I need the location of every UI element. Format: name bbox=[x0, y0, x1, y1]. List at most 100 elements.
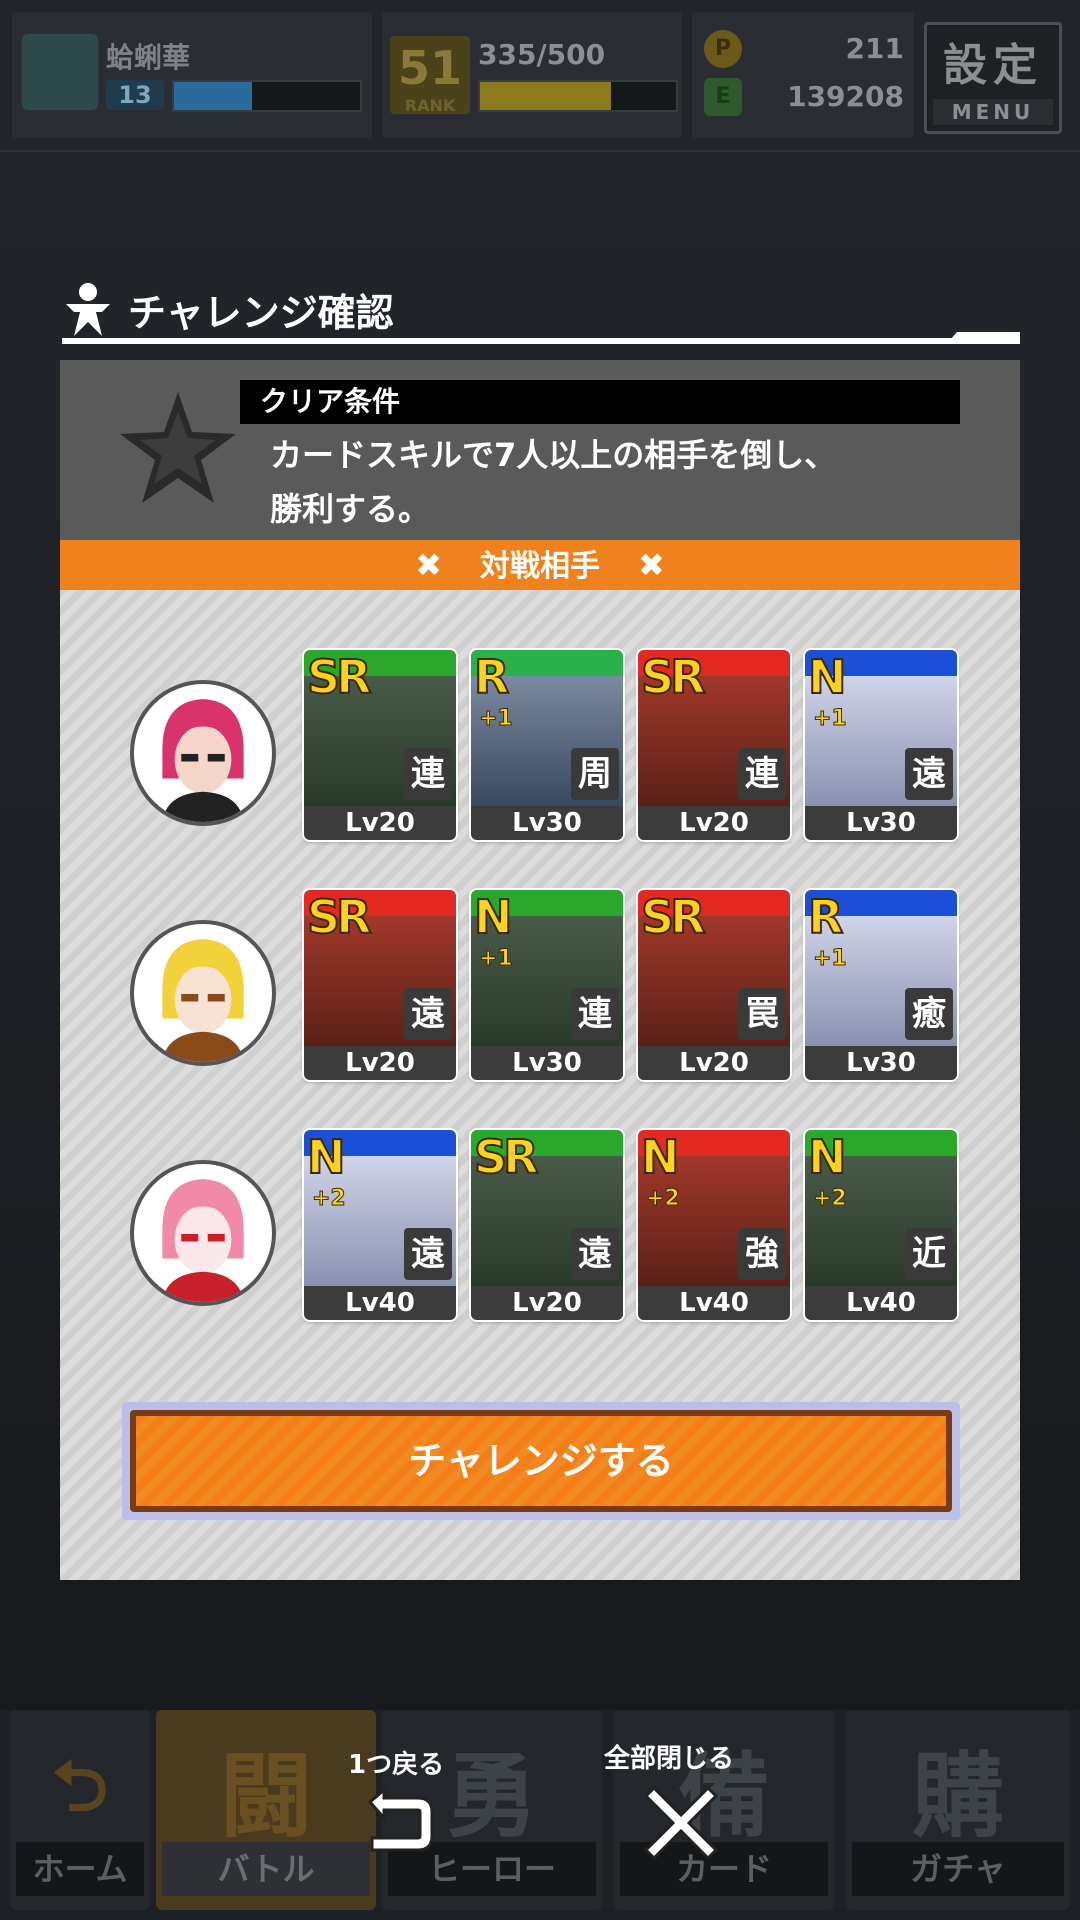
card-level: Lv20 bbox=[638, 806, 790, 840]
coin-count: 139208 bbox=[787, 80, 904, 113]
card-type-badge: 遠 bbox=[905, 748, 953, 800]
card-rarity: SR bbox=[306, 890, 373, 945]
opponent-card[interactable]: N +1 連 Lv30 bbox=[471, 890, 623, 1080]
opponent-card[interactable]: SR 罠 Lv20 bbox=[638, 890, 790, 1080]
card-rarity: SR bbox=[306, 650, 373, 705]
clear-condition-line-2: 勝利する。 bbox=[270, 490, 431, 528]
opponent-avatar[interactable] bbox=[130, 680, 276, 826]
opponent-card[interactable]: R +1 周 Lv30 bbox=[471, 650, 623, 840]
card-plus: +1 bbox=[479, 706, 514, 732]
opponent-portrait-icon bbox=[134, 924, 272, 1062]
opponent-card[interactable]: N +2 近 Lv40 bbox=[805, 1130, 957, 1320]
rank-label: RANK bbox=[404, 96, 456, 115]
challenge-dialog: クリア条件 カードスキルで7人以上の相手を倒し、 勝利する。 ✖ 対戦相手 ✖ SR… bbox=[60, 360, 1020, 1580]
challenge-button[interactable]: チャレンジする bbox=[130, 1410, 952, 1512]
opponent-card[interactable]: R +1 癒 Lv30 bbox=[805, 890, 957, 1080]
opponents-header-label: 対戦相手 bbox=[480, 549, 600, 584]
card-rarity: R bbox=[807, 890, 845, 945]
close-icon[interactable] bbox=[644, 1786, 718, 1860]
card-level: Lv40 bbox=[304, 1286, 456, 1320]
card-rarity: N bbox=[473, 890, 513, 945]
premium-count: 211 bbox=[845, 32, 904, 65]
player-name: 蛤蜊華 bbox=[106, 41, 191, 74]
opponent-card[interactable]: SR 連 Lv20 bbox=[304, 650, 456, 840]
card-type-badge: 遠 bbox=[571, 1228, 619, 1280]
card-type-badge: 近 bbox=[905, 1228, 953, 1280]
nav-tab-home[interactable]: ⮌ ホーム bbox=[10, 1710, 150, 1910]
challenge-button-frame: チャレンジする bbox=[122, 1402, 960, 1520]
opponents-header: ✖ 対戦相手 ✖ bbox=[60, 540, 1020, 590]
xp-progress-bar bbox=[478, 80, 678, 112]
xp-progress-fill bbox=[480, 82, 612, 110]
dialog-title: チャレンジ確認 bbox=[128, 291, 394, 335]
nav-label-battle: バトル bbox=[162, 1842, 370, 1896]
menu-label: MENU bbox=[933, 99, 1053, 125]
card-plus: +2 bbox=[813, 1186, 848, 1212]
cross-icon: ✖ bbox=[638, 546, 665, 584]
card-plus: +1 bbox=[479, 946, 514, 972]
card-plus: +1 bbox=[813, 706, 848, 732]
card-level: Lv40 bbox=[805, 1286, 957, 1320]
card-type-badge: 強 bbox=[738, 1228, 786, 1280]
opponent-avatar[interactable] bbox=[130, 920, 276, 1066]
opponent-card[interactable]: SR 遠 Lv20 bbox=[304, 890, 456, 1080]
card-type-badge: 罠 bbox=[738, 988, 786, 1040]
clear-condition-section: クリア条件 カードスキルで7人以上の相手を倒し、 勝利する。 bbox=[60, 360, 1020, 540]
gacha-icon: 購 bbox=[911, 1743, 1004, 1850]
card-type-badge: 周 bbox=[571, 748, 619, 800]
card-level: Lv30 bbox=[805, 1046, 957, 1080]
settings-label: 設定 bbox=[943, 40, 1043, 91]
cross-icon: ✖ bbox=[415, 546, 442, 584]
player-avatar bbox=[22, 34, 98, 110]
hero-emblem-icon bbox=[66, 283, 110, 336]
menu-button[interactable]: 設定 MENU bbox=[924, 22, 1062, 134]
card-rarity: N bbox=[306, 1130, 346, 1185]
premium-currency-icon: P bbox=[704, 30, 742, 68]
nav-label-home: ホーム bbox=[16, 1842, 144, 1896]
opponent-portrait-icon bbox=[134, 1164, 272, 1302]
nav-tab-battle[interactable]: 闘 バトル bbox=[156, 1710, 376, 1910]
title-underline bbox=[62, 338, 1020, 344]
opponent-row: N +2 遠 Lv40 SR 遠 Lv20 N +2 強 Lv40 N +2 近… bbox=[60, 1130, 1020, 1330]
card-rarity: R bbox=[473, 650, 511, 705]
opponent-card[interactable]: SR 遠 Lv20 bbox=[471, 1130, 623, 1320]
card-plus: +1 bbox=[813, 946, 848, 972]
title-underline-tab bbox=[950, 332, 1020, 340]
card-level: Lv20 bbox=[638, 1046, 790, 1080]
card-type-badge: 癒 bbox=[905, 988, 953, 1040]
card-rarity: N bbox=[807, 1130, 847, 1185]
opponent-card[interactable]: N +1 遠 Lv30 bbox=[805, 650, 957, 840]
clear-condition-label: クリア条件 bbox=[240, 380, 960, 424]
card-rarity: SR bbox=[640, 890, 707, 945]
nav-label-gacha: ガチャ bbox=[852, 1842, 1064, 1896]
card-plus: +2 bbox=[312, 1186, 347, 1212]
back-label: 1つ戻る bbox=[348, 1750, 445, 1780]
opponent-card[interactable]: N +2 遠 Lv40 bbox=[304, 1130, 456, 1320]
status-bar: 蛤蜊華 13 51 RANK 335/500 P 211 E 139208 設定… bbox=[0, 0, 1080, 152]
opponent-avatar[interactable] bbox=[130, 1160, 276, 1306]
clear-condition-text: カードスキルで7人以上の相手を倒し、 勝利する。 bbox=[270, 428, 970, 536]
back-arrow-icon[interactable] bbox=[362, 1786, 438, 1856]
card-rarity: SR bbox=[640, 650, 707, 705]
opponent-row: SR 連 Lv20 R +1 周 Lv30 SR 連 Lv20 N +1 遠 L… bbox=[60, 650, 1020, 850]
card-level: Lv30 bbox=[471, 806, 623, 840]
card-plus: +2 bbox=[646, 1186, 681, 1212]
opponent-card[interactable]: N +2 強 Lv40 bbox=[638, 1130, 790, 1320]
card-type-badge: 遠 bbox=[404, 1228, 452, 1280]
level-progress-bar bbox=[172, 80, 362, 112]
close-all-label: 全部閉じる bbox=[604, 1744, 735, 1774]
card-level: Lv30 bbox=[471, 1046, 623, 1080]
card-rarity: N bbox=[807, 650, 847, 705]
home-arrow-icon: ⮌ bbox=[51, 1745, 109, 1827]
opponent-portrait-icon bbox=[134, 684, 272, 822]
xp-text: 335/500 bbox=[478, 38, 606, 71]
nav-tab-gacha[interactable]: 購 ガチャ bbox=[846, 1710, 1070, 1910]
card-type-badge: 連 bbox=[404, 748, 452, 800]
clear-condition-line-1: カードスキルで7人以上の相手を倒し、 bbox=[270, 436, 837, 474]
card-level: Lv40 bbox=[638, 1286, 790, 1320]
card-type-badge: 連 bbox=[571, 988, 619, 1040]
card-level: Lv30 bbox=[805, 806, 957, 840]
opponent-card[interactable]: SR 連 Lv20 bbox=[638, 650, 790, 840]
bottom-navigation: ⮌ ホーム 闘 バトル 勇 ヒーロー 備 カード 購 ガチャ bbox=[0, 1710, 1080, 1920]
player-level-badge: 13 bbox=[106, 80, 164, 110]
